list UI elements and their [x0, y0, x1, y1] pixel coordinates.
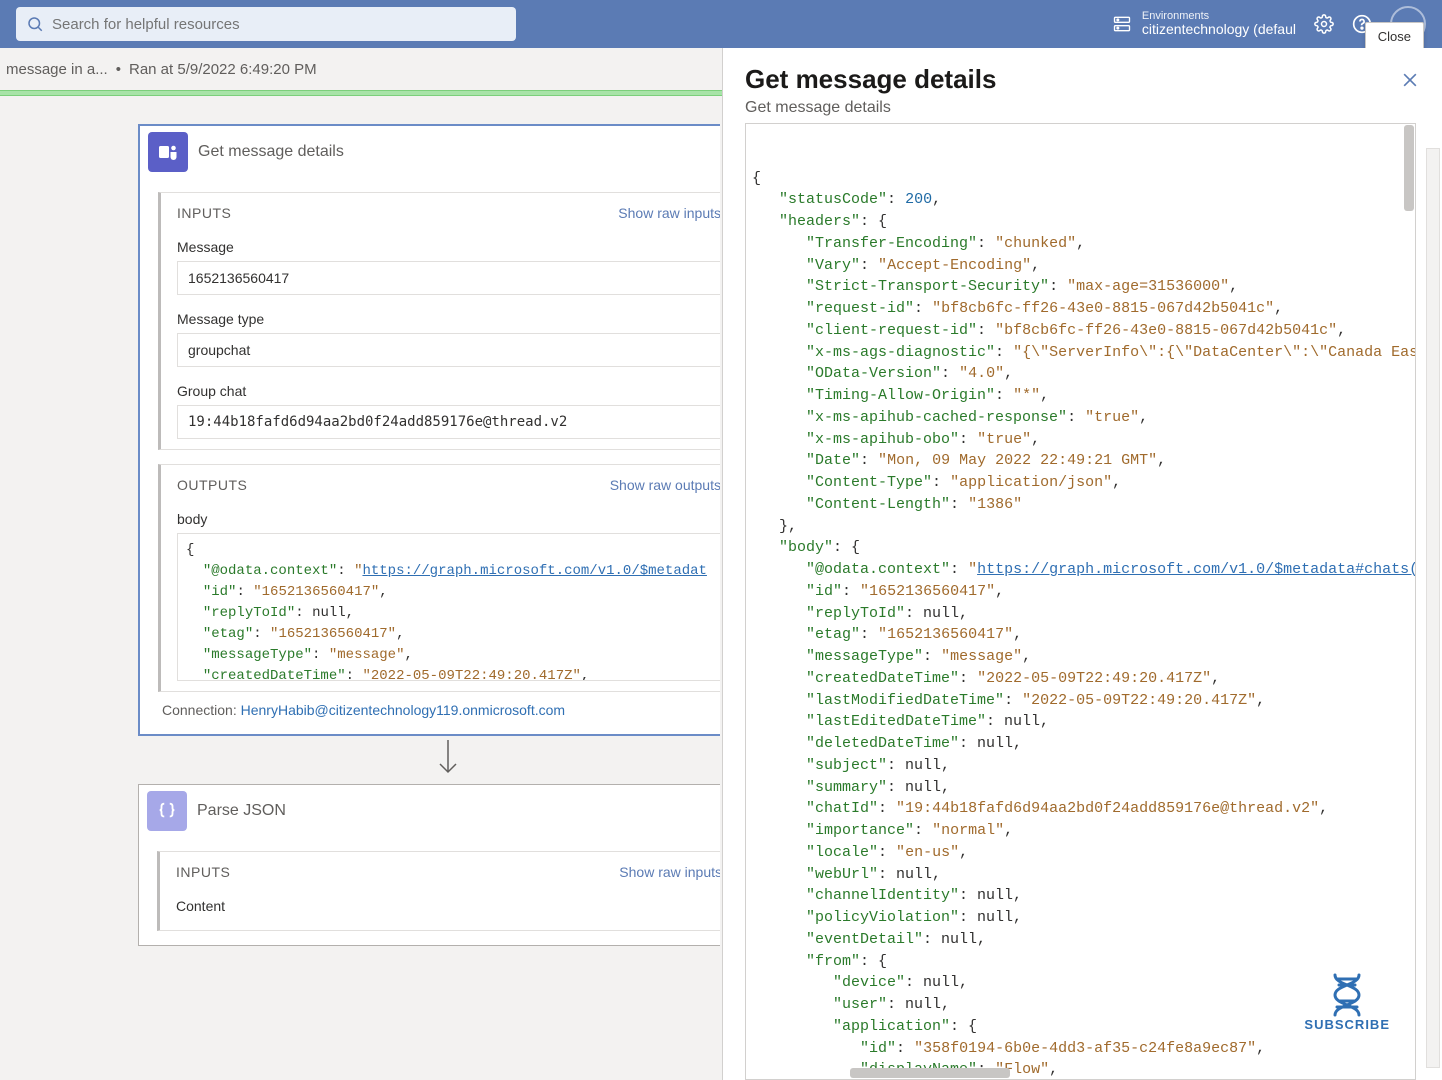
connection-row: Connection: HenryHabib@citizentechnology… [158, 692, 720, 720]
outputs-title: OUTPUTS [177, 477, 247, 493]
message-value: 1652136560417 [177, 261, 720, 295]
details-subtitle: Get message details [723, 99, 1442, 121]
body-json-preview[interactable]: { "@odata.context": "https://graph.micro… [177, 533, 720, 681]
search-icon [26, 15, 44, 33]
horizontal-scrollbar[interactable] [850, 1068, 1010, 1078]
environment-name: citizentechnology (defaul [1142, 22, 1296, 37]
step-get-message-details[interactable]: Get message details INPUTS Show raw inpu… [138, 124, 720, 736]
separator-dot: • [116, 61, 121, 78]
connection-link[interactable]: HenryHabib@citizentechnology119.onmicros… [241, 702, 565, 718]
scrollbar-track[interactable] [1426, 148, 1440, 1068]
show-raw-inputs-link[interactable]: Show raw inputs [618, 205, 720, 221]
inputs-title: INPUTS [176, 864, 230, 880]
environment-picker[interactable]: Environments citizentechnology (defaul [1112, 10, 1296, 37]
search-input[interactable] [52, 16, 506, 33]
subscribe-widget[interactable]: SUBSCRIBE [1304, 969, 1390, 1032]
scrollbar-thumb[interactable] [1404, 125, 1414, 211]
flow-arrow [138, 736, 720, 784]
search-box[interactable] [16, 7, 516, 41]
environment-label: Environments [1142, 10, 1296, 22]
messagetype-label: Message type [177, 311, 720, 327]
details-pane: Get message details Get message details … [722, 48, 1442, 1080]
connection-label: Connection: [162, 702, 237, 718]
breadcrumb-item[interactable]: message in a... [6, 61, 108, 78]
show-raw-outputs-link[interactable]: Show raw outputs [610, 477, 720, 493]
json-icon [147, 791, 187, 831]
dna-icon [1323, 969, 1371, 1017]
step-title: Parse JSON [197, 802, 286, 820]
messagetype-value: groupchat [177, 333, 720, 367]
show-raw-inputs-link[interactable]: Show raw inputs [619, 864, 720, 880]
teams-icon [148, 132, 188, 172]
body-label: body [177, 511, 720, 527]
json-response-box[interactable]: { "statusCode": 200, "headers": { "Trans… [745, 123, 1416, 1080]
inputs-panel: INPUTS Show raw inputs Content [157, 851, 720, 931]
gear-icon[interactable] [1314, 14, 1334, 34]
step-header[interactable]: Parse JSON [139, 785, 720, 837]
groupchat-label: Group chat [177, 383, 720, 399]
close-tooltip: Close [1365, 22, 1424, 51]
step-header[interactable]: Get message details [140, 126, 720, 178]
run-timestamp: Ran at 5/9/2022 6:49:20 PM [129, 61, 317, 78]
details-title: Get message details [745, 64, 996, 95]
outputs-panel: OUTPUTS Show raw outputs body { "@odata.… [158, 464, 720, 692]
message-label: Message [177, 239, 720, 255]
subscribe-label: SUBSCRIBE [1304, 1017, 1390, 1032]
close-icon[interactable] [1400, 70, 1420, 90]
inputs-title: INPUTS [177, 205, 231, 221]
top-bar: Environments citizentechnology (defaul C… [0, 0, 1442, 48]
inputs-panel: INPUTS Show raw inputs Message 165213656… [158, 192, 720, 450]
step-parse-json[interactable]: Parse JSON INPUTS Show raw inputs Conten… [138, 784, 720, 946]
environment-icon [1112, 14, 1132, 34]
flow-canvas: Get message details INPUTS Show raw inpu… [0, 96, 720, 1080]
step-title: Get message details [198, 143, 344, 161]
content-label: Content [176, 898, 720, 914]
groupchat-value: 19:44b18fafd6d94aa2bd0f24add859176e@thre… [177, 405, 720, 439]
